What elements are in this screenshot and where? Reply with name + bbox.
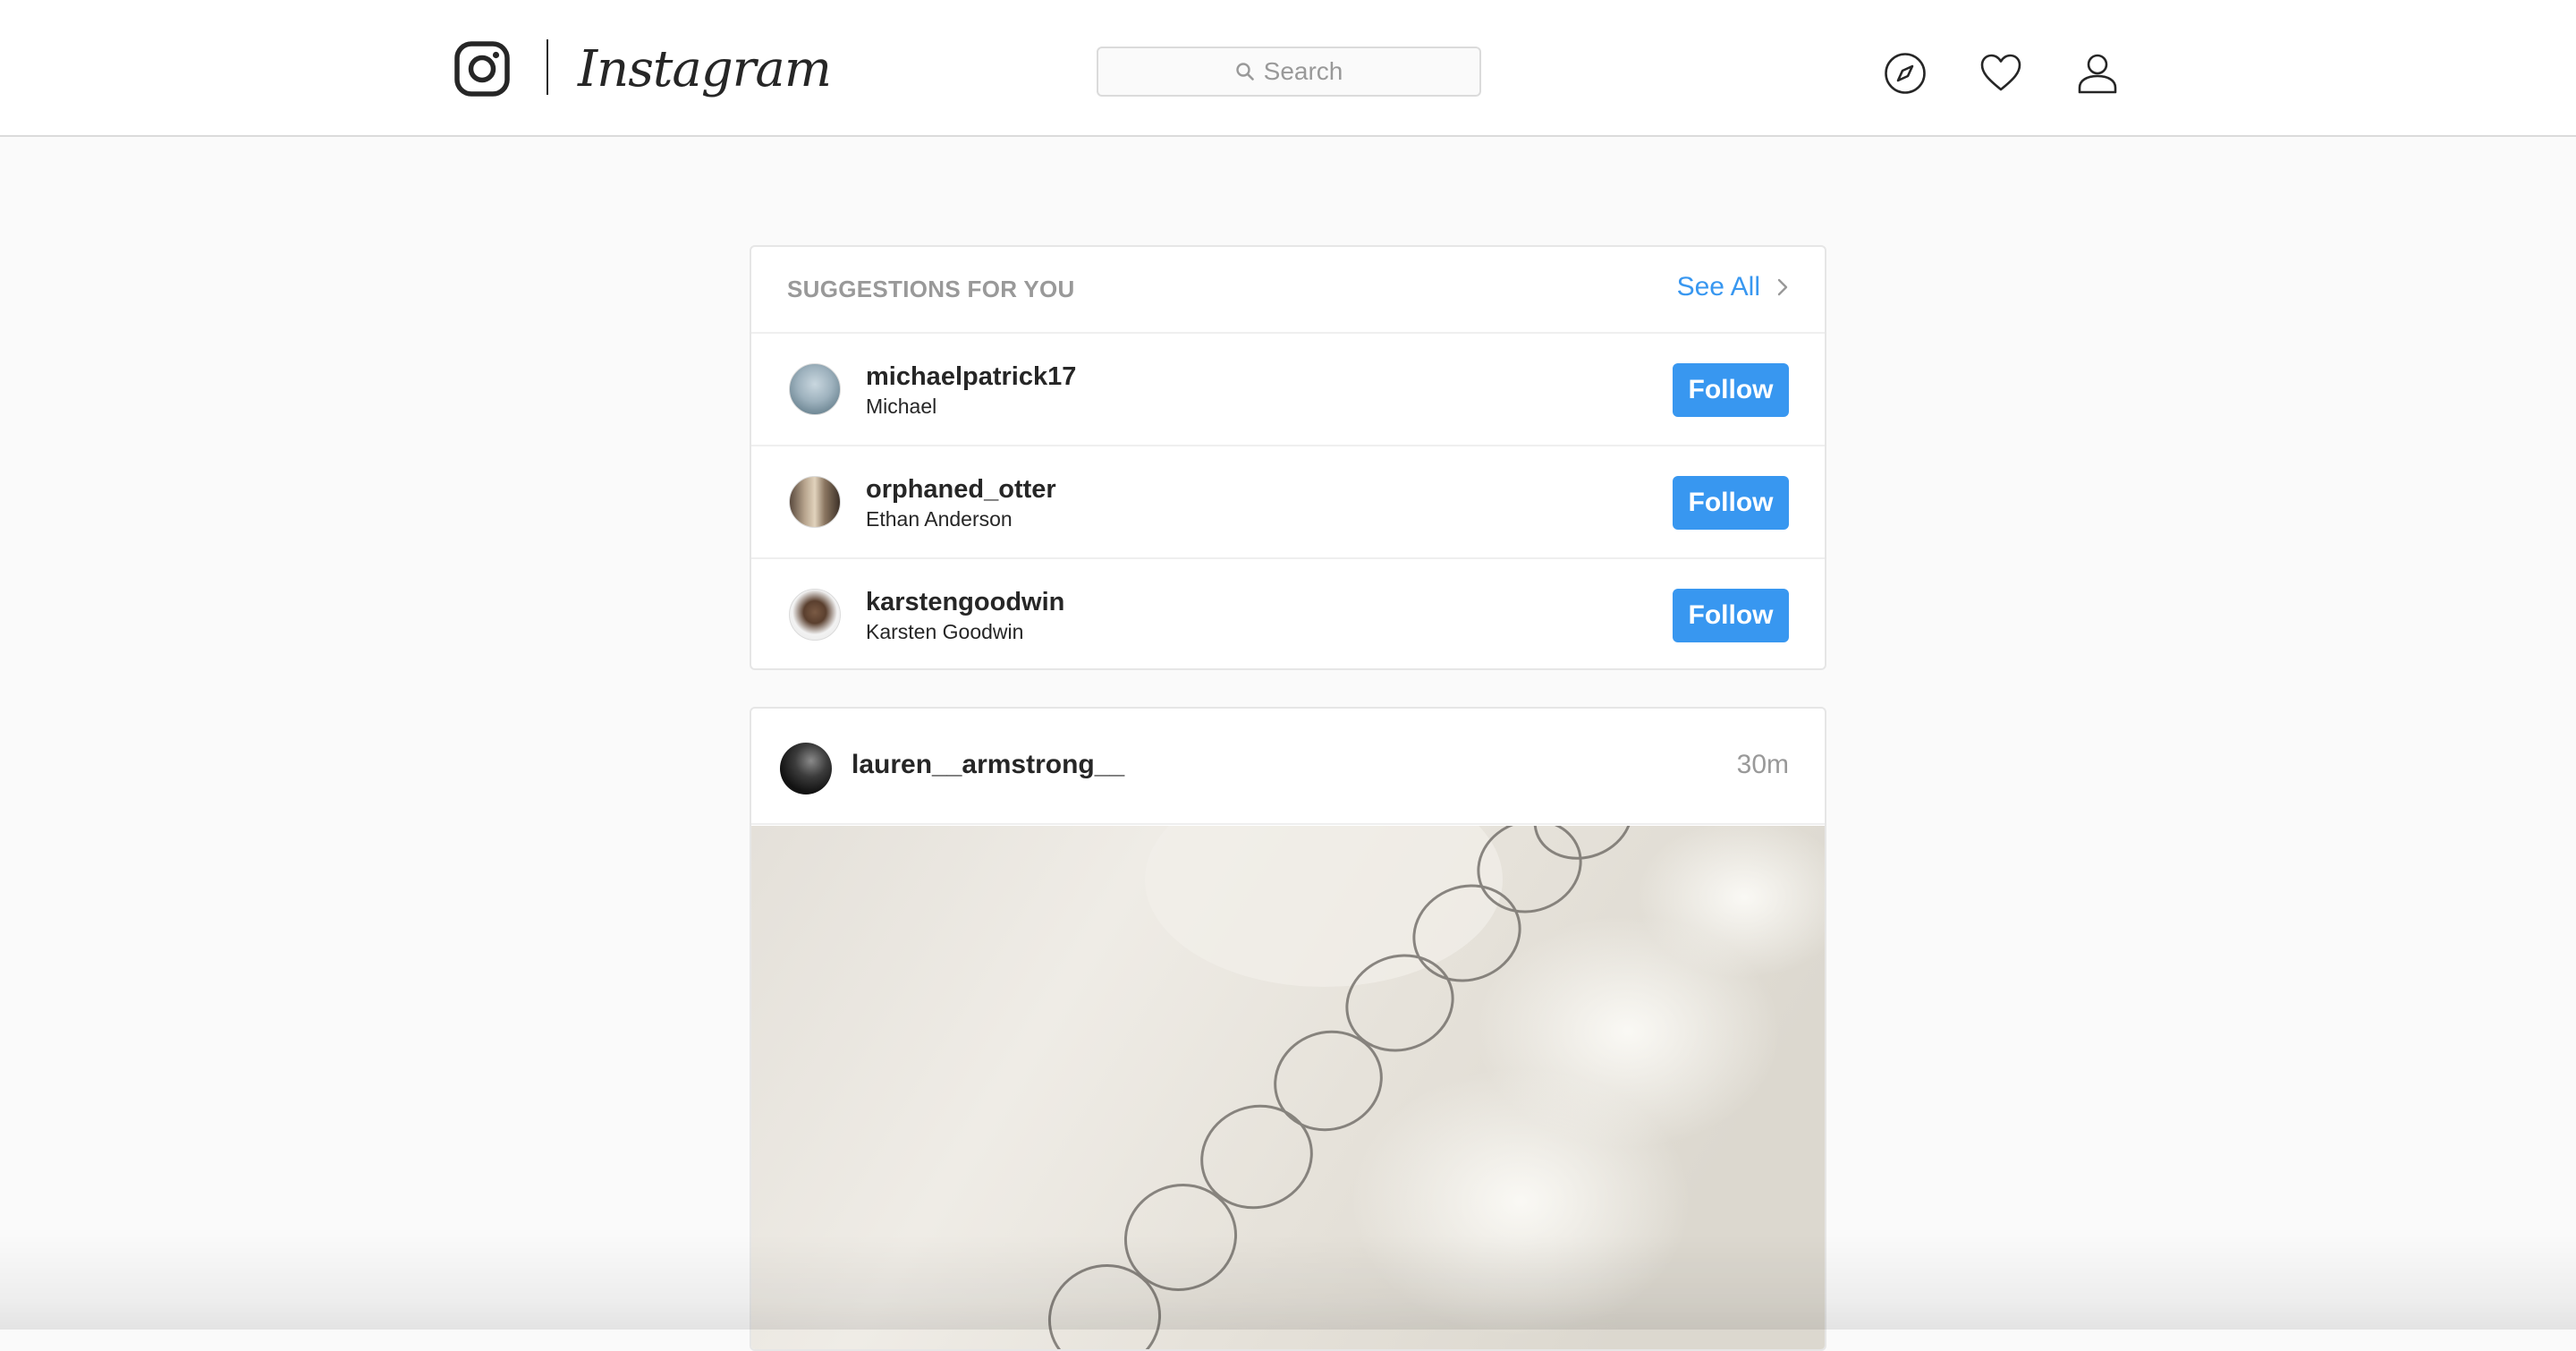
heart-icon[interactable]	[1979, 51, 2023, 96]
compass-icon[interactable]	[1883, 51, 1928, 96]
suggestion-user: karstengoodwin Karsten Goodwin	[866, 586, 1064, 645]
follow-button[interactable]: Follow	[1673, 476, 1789, 530]
avatar[interactable]	[789, 476, 841, 528]
suggestion-username[interactable]: michaelpatrick17	[866, 361, 1076, 393]
suggestion-username[interactable]: karstengoodwin	[866, 586, 1064, 618]
suggestion-row: orphaned_otter Ethan Anderson Follow	[751, 446, 1825, 559]
search-icon	[1235, 63, 1254, 81]
chevron-right-icon	[1777, 278, 1788, 296]
see-all-label: See All	[1676, 272, 1760, 302]
suggestion-row: karstengoodwin Karsten Goodwin Follow	[751, 559, 1825, 670]
suggestion-user: orphaned_otter Ethan Anderson	[866, 473, 1056, 532]
suggestion-full-name: Karsten Goodwin	[866, 620, 1024, 643]
logo-divider	[547, 39, 548, 95]
suggestion-user: michaelpatrick17 Michael	[866, 361, 1076, 420]
suggestions-header: SUGGESTIONS FOR YOU See All	[751, 247, 1825, 334]
instagram-glyph-icon[interactable]	[453, 40, 511, 98]
avatar[interactable]	[789, 589, 841, 641]
person-icon[interactable]	[2075, 51, 2120, 96]
suggestions-card: SUGGESTIONS FOR YOU See All michaelpatri…	[750, 245, 1826, 670]
suggestion-row: michaelpatrick17 Michael Follow	[751, 334, 1825, 446]
top-nav-bar: Instagram Search	[0, 0, 2576, 137]
feed-post: lauren__armstrong__ 30m	[750, 707, 1826, 1351]
instagram-wordmark[interactable]: Instagram	[578, 34, 832, 106]
search-placeholder: Search	[1263, 57, 1343, 85]
follow-button[interactable]: Follow	[1673, 363, 1789, 417]
suggestions-title: SUGGESTIONS FOR YOU	[787, 276, 1075, 302]
see-all-link[interactable]: See All	[1677, 272, 1789, 302]
follow-button[interactable]: Follow	[1673, 589, 1789, 642]
post-image[interactable]	[751, 826, 1826, 1351]
post-header: lauren__armstrong__ 30m	[751, 709, 1825, 825]
post-username[interactable]: lauren__armstrong__	[852, 750, 1124, 780]
avatar[interactable]	[780, 743, 832, 794]
suggestion-full-name: Ethan Anderson	[866, 507, 1013, 531]
post-timestamp[interactable]: 30m	[1737, 750, 1789, 780]
avatar[interactable]	[789, 363, 841, 415]
suggestion-full-name: Michael	[866, 395, 937, 418]
suggestion-username[interactable]: orphaned_otter	[866, 473, 1056, 506]
search-input[interactable]: Search	[1097, 47, 1481, 97]
